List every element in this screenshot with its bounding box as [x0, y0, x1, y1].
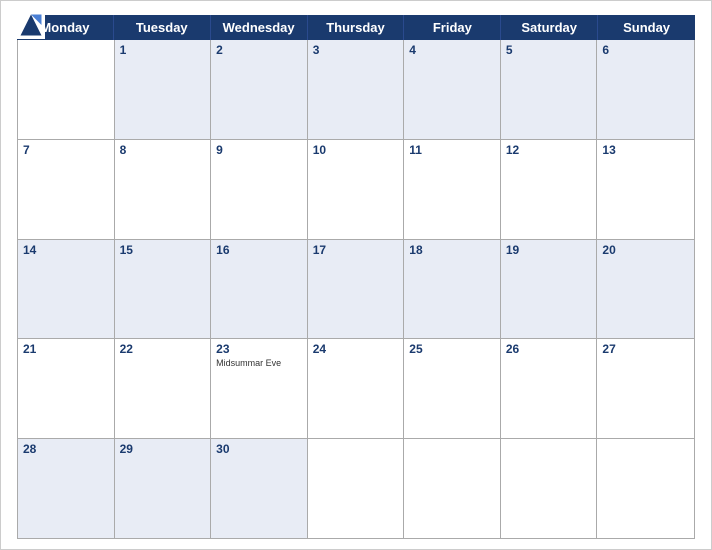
day-cell-empty-5 [501, 439, 598, 538]
day-cell-16: 16 [211, 240, 308, 339]
day-cell-18: 18 [404, 240, 501, 339]
day-number: 20 [602, 243, 689, 257]
day-header-thursday: Thursday [308, 15, 405, 40]
day-cell-29: 29 [115, 439, 212, 538]
day-header-sunday: Sunday [598, 15, 695, 40]
day-number: 8 [120, 143, 206, 157]
day-number: 10 [313, 143, 399, 157]
day-cell-8: 8 [115, 140, 212, 239]
day-cell-21: 21 [18, 339, 115, 438]
day-number: 18 [409, 243, 495, 257]
day-cell-empty-6 [597, 439, 694, 538]
day-number: 14 [23, 243, 109, 257]
day-header-tuesday: Tuesday [114, 15, 211, 40]
calendar-container: MondayTuesdayWednesdayThursdayFridaySatu… [0, 0, 712, 550]
logo-area [17, 11, 47, 39]
day-cell-13: 13 [597, 140, 694, 239]
weeks-container: 1234567891011121314151617181920212223Mid… [17, 40, 695, 539]
day-number: 5 [506, 43, 592, 57]
day-cell-15: 15 [115, 240, 212, 339]
day-cell-7: 7 [18, 140, 115, 239]
day-number: 2 [216, 43, 302, 57]
day-number: 29 [120, 442, 206, 456]
day-header-saturday: Saturday [501, 15, 598, 40]
day-number: 7 [23, 143, 109, 157]
day-number: 6 [602, 43, 689, 57]
day-cell-26: 26 [501, 339, 598, 438]
week-row-3: 14 15 16 17 18 19 20 [18, 240, 694, 340]
day-number: 19 [506, 243, 592, 257]
day-number: 4 [409, 43, 495, 57]
day-cell-30: 30 [211, 439, 308, 538]
day-cell-1: 1 [115, 40, 212, 139]
day-number: 11 [409, 143, 495, 157]
day-cell-19: 19 [501, 240, 598, 339]
day-cell-empty-0 [18, 40, 115, 139]
day-number: 28 [23, 442, 109, 456]
day-number: 12 [506, 143, 592, 157]
day-number: 27 [602, 342, 689, 356]
calendar-grid: MondayTuesdayWednesdayThursdayFridaySatu… [17, 15, 695, 539]
week-row-4: 21 22 23 Midsummar Eve 24 25 26 27 [18, 339, 694, 439]
day-cell-23: 23 Midsummar Eve [211, 339, 308, 438]
day-cell-10: 10 [308, 140, 405, 239]
day-cell-14: 14 [18, 240, 115, 339]
day-cell-5: 5 [501, 40, 598, 139]
day-number: 25 [409, 342, 495, 356]
day-cell-2: 2 [211, 40, 308, 139]
day-number: 15 [120, 243, 206, 257]
day-headers: MondayTuesdayWednesdayThursdayFridaySatu… [17, 15, 695, 40]
day-cell-11: 11 [404, 140, 501, 239]
day-number: 22 [120, 342, 206, 356]
day-cell-9: 9 [211, 140, 308, 239]
day-number: 24 [313, 342, 399, 356]
day-cell-12: 12 [501, 140, 598, 239]
day-number: 16 [216, 243, 302, 257]
day-cell-28: 28 [18, 439, 115, 538]
week-row-2: 789 10 11 12 13 [18, 140, 694, 240]
day-cell-3: 3 [308, 40, 405, 139]
week-row-1: 123456 [18, 40, 694, 140]
day-cell-6: 6 [597, 40, 694, 139]
day-cell-empty-3 [308, 439, 405, 538]
day-number: 23 [216, 342, 302, 356]
day-cell-24: 24 [308, 339, 405, 438]
day-cell-empty-4 [404, 439, 501, 538]
day-cell-22: 22 [115, 339, 212, 438]
week-row-5: 28 29 30 [18, 439, 694, 538]
day-header-friday: Friday [404, 15, 501, 40]
day-number: 30 [216, 442, 302, 456]
day-cell-17: 17 [308, 240, 405, 339]
day-number: 21 [23, 342, 109, 356]
day-number: 13 [602, 143, 689, 157]
day-cell-27: 27 [597, 339, 694, 438]
day-number: 1 [120, 43, 206, 57]
day-cell-4: 4 [404, 40, 501, 139]
day-number: 9 [216, 143, 302, 157]
day-number: 17 [313, 243, 399, 257]
day-number: 3 [313, 43, 399, 57]
generalblue-logo-icon [17, 11, 45, 39]
day-header-wednesday: Wednesday [211, 15, 308, 40]
day-cell-20: 20 [597, 240, 694, 339]
event-label: Midsummar Eve [216, 358, 302, 368]
day-number: 26 [506, 342, 592, 356]
day-cell-25: 25 [404, 339, 501, 438]
